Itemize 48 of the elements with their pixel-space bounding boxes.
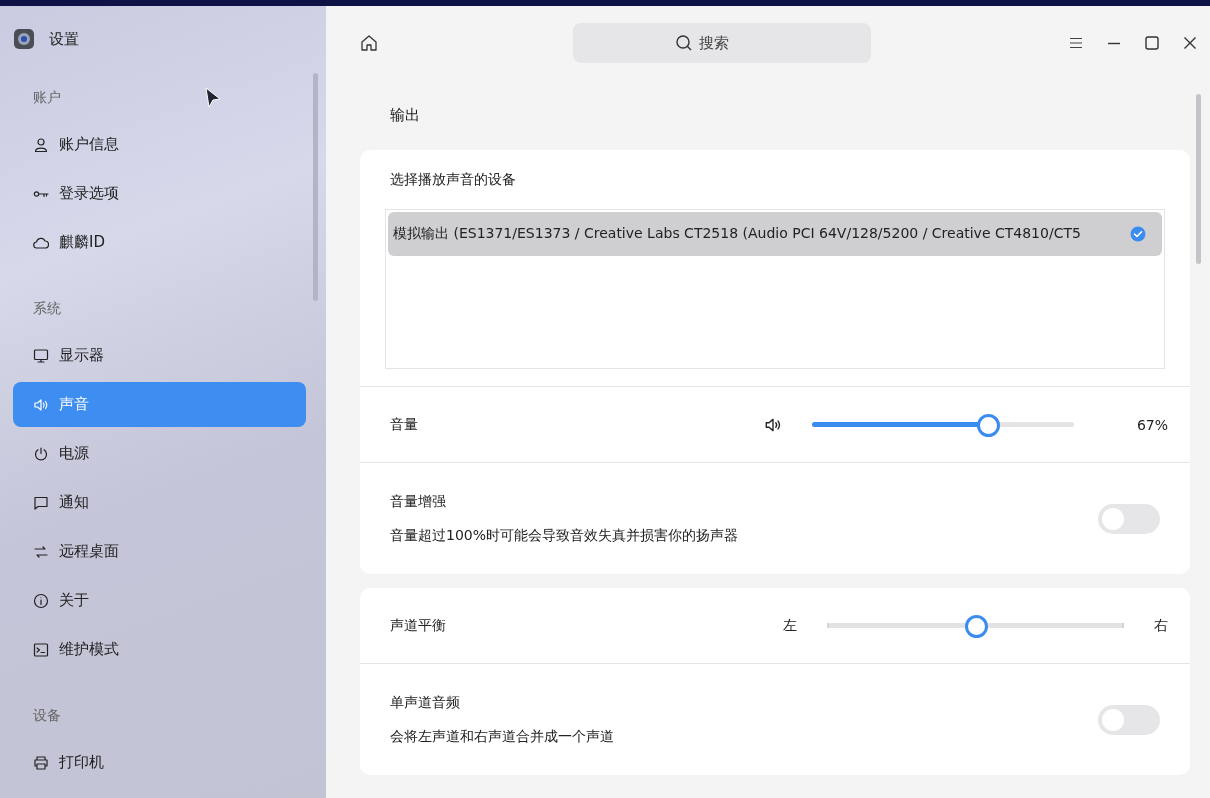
- printer-icon: [33, 754, 49, 771]
- power-icon: [33, 445, 49, 462]
- setting-label: 音量增强: [390, 492, 447, 511]
- section-label: 账户: [33, 88, 61, 107]
- sidebar-item[interactable]: 关于: [13, 578, 306, 623]
- close-icon[interactable]: [1182, 35, 1198, 51]
- home-icon[interactable]: [360, 34, 378, 52]
- sidebar-item[interactable]: 麒麟ID: [13, 220, 306, 265]
- terminal-icon: [33, 641, 49, 658]
- device-item[interactable]: 模拟输出 (ES1371/ES1373 / Creative Labs CT2518 (Audio PCI 64V/128/5200 / Creative CT4810/CT5: [388, 212, 1162, 256]
- section-label: 系统: [33, 299, 61, 318]
- chat-bubble-icon: [33, 494, 49, 511]
- sidebar-item[interactable]: 维护模式: [13, 627, 306, 672]
- search-field[interactable]: 搜索: [573, 23, 871, 63]
- section-label: 设备: [33, 706, 61, 725]
- window-title: 设置: [49, 29, 79, 49]
- maximize-icon[interactable]: [1144, 35, 1160, 51]
- toggle-switch[interactable]: [1098, 503, 1160, 534]
- sidebar-item[interactable]: 打印机: [13, 740, 306, 785]
- sidebar-item[interactable]: 电源: [13, 431, 306, 476]
- section-title: 输出: [389, 104, 421, 126]
- setting-label: 声道平衡: [390, 616, 447, 635]
- slider-label: 右: [1154, 616, 1168, 635]
- sidebar-item[interactable]: 账户信息: [13, 122, 306, 167]
- scrollbar[interactable]: [1196, 94, 1201, 264]
- setting-label: 音量: [390, 415, 419, 434]
- sidebar-item[interactable]: 通知: [13, 480, 306, 525]
- scrollbar[interactable]: [313, 73, 318, 301]
- user-icon: [33, 136, 49, 153]
- setting-description: 音量超过100%时可能会导致音效失真并损害你的扬声器: [390, 526, 740, 545]
- toggle-switch[interactable]: [1098, 704, 1160, 735]
- pointer-icon: [204, 86, 222, 110]
- info-icon: [33, 592, 49, 609]
- checkmark-icon: [1130, 226, 1146, 242]
- setting-description: 会将左声道和右声道合并成一个声道: [390, 727, 615, 746]
- slider-thumb[interactable]: [964, 614, 988, 638]
- menu-icon[interactable]: [1068, 35, 1084, 51]
- volume-value: 67%: [1135, 416, 1168, 433]
- sidebar-item[interactable]: 远程桌面: [13, 529, 306, 574]
- field-label: 选择播放声音的设备: [389, 169, 517, 189]
- sidebar-item[interactable]: 显示器: [13, 333, 306, 378]
- sidebar-item[interactable]: 登录选项: [13, 171, 306, 216]
- setting-label: 单声道音频: [390, 693, 461, 712]
- gear-icon: [13, 28, 35, 50]
- monitor-icon: [33, 347, 49, 364]
- slider-label: 左: [783, 616, 797, 635]
- search-icon: [675, 34, 693, 52]
- slider-thumb[interactable]: [976, 413, 1000, 437]
